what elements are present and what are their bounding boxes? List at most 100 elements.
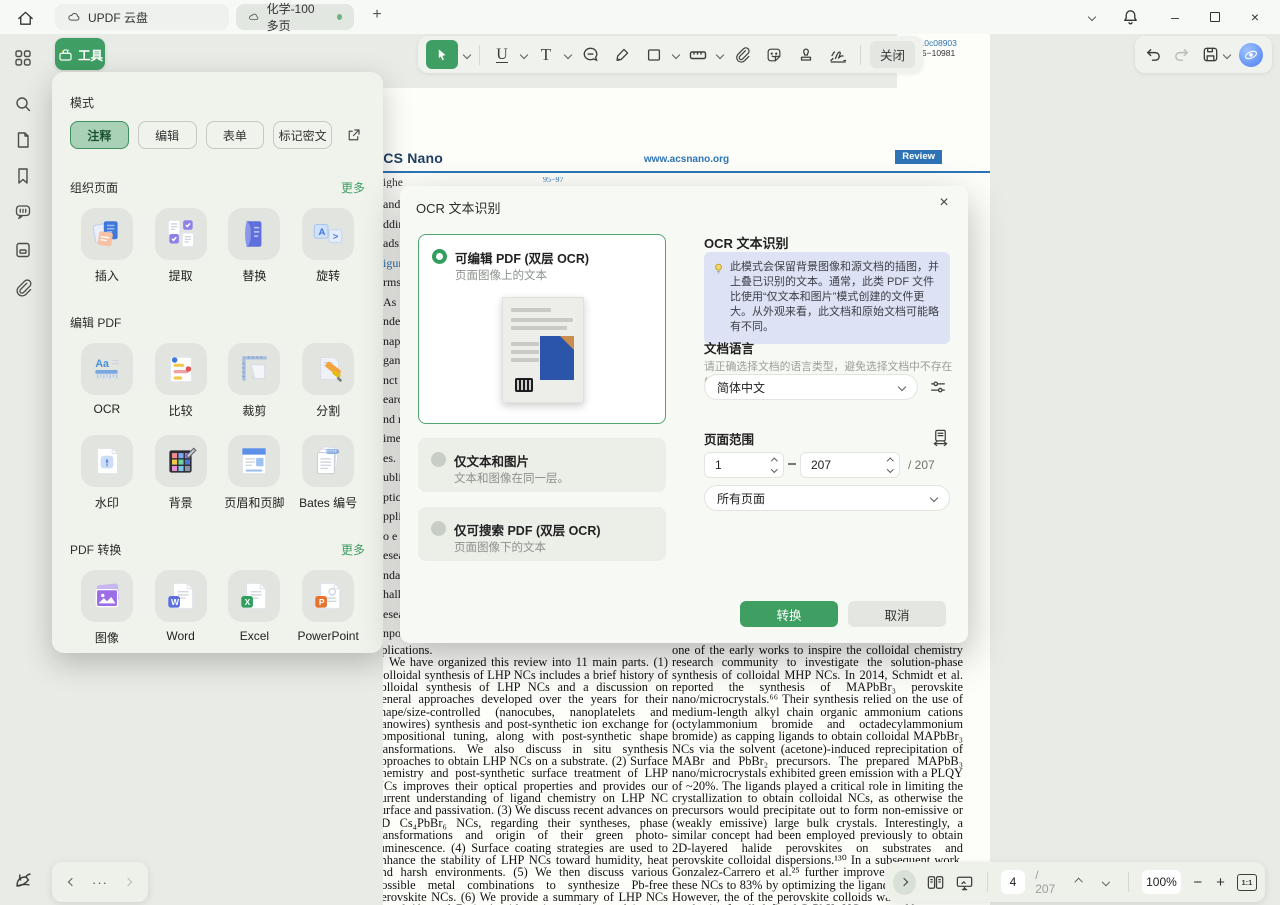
organize-more-link[interactable]: 更多 <box>341 179 365 196</box>
language-select[interactable]: 简体中文 <box>704 374 918 400</box>
tools-button[interactable]: 工具 <box>55 38 105 70</box>
save-dropdown[interactable] <box>1222 50 1230 58</box>
page-scope-select[interactable]: 所有页面 <box>704 485 950 511</box>
measure-tool-button[interactable] <box>685 42 711 68</box>
file-attachments-icon[interactable] <box>13 240 33 260</box>
minimize-button[interactable]: – <box>1166 9 1184 25</box>
range-to-input[interactable]: 207 <box>800 452 900 478</box>
tool-header-footer[interactable]: 页眉和页脚 <box>218 435 292 511</box>
page-thumbnails-icon[interactable] <box>13 130 33 150</box>
ocr-option-editable-pdf[interactable]: 可编辑 PDF (双层 OCR) 页面图像上的文本 <box>418 234 666 424</box>
mode-edit-button[interactable]: 编辑 <box>138 121 197 149</box>
expand-toolbar-button[interactable] <box>893 870 916 895</box>
underline-tool-button[interactable]: U <box>489 42 515 68</box>
tool-extract[interactable]: 提取 <box>144 208 218 284</box>
tool-crop[interactable]: 裁剪 <box>218 343 292 419</box>
mode-redact-button[interactable]: 标记密文 <box>273 121 332 149</box>
stepper[interactable] <box>772 459 777 471</box>
zoom-out-button[interactable]: − <box>1191 874 1204 891</box>
page-down-icon[interactable] <box>1102 878 1110 886</box>
comments-icon[interactable] <box>13 202 33 222</box>
page-number-input[interactable]: 4 <box>1001 870 1026 894</box>
compare-icon <box>163 351 199 387</box>
tool-to-image[interactable]: 图像 <box>70 570 144 646</box>
stamp-icon <box>797 46 815 64</box>
text-tool-button[interactable]: T <box>533 42 559 68</box>
save-icon[interactable] <box>1201 45 1220 64</box>
window-close-button[interactable]: × <box>1246 9 1264 25</box>
select-tool-button[interactable] <box>426 40 458 69</box>
zoom-level[interactable]: 100% <box>1142 870 1182 894</box>
page-range-picker-button[interactable] <box>930 427 950 447</box>
highlighter-tool-button[interactable] <box>609 42 635 68</box>
text-dropdown[interactable] <box>564 50 572 58</box>
tool-ocr[interactable]: Aa OCR <box>70 343 144 419</box>
tool-bates-number[interactable]: 000123 Bates 编号 <box>291 435 365 511</box>
prev-page-icon[interactable] <box>68 878 76 886</box>
tool-rotate[interactable]: A> 旋转 <box>291 208 365 284</box>
bookmarks-icon[interactable] <box>13 166 33 186</box>
radio-unselected-icon[interactable] <box>431 452 446 467</box>
comment-tool-button[interactable] <box>577 42 603 68</box>
more-pages-button[interactable]: ··· <box>92 875 108 890</box>
tool-to-excel[interactable]: X Excel <box>218 570 292 646</box>
radio-selected-icon[interactable] <box>432 249 447 264</box>
tool-watermark[interactable]: 水印 <box>70 435 144 511</box>
page-up-icon[interactable] <box>1074 878 1082 886</box>
shape-tool-button[interactable] <box>641 42 667 68</box>
redo-icon[interactable] <box>1172 45 1191 64</box>
mode-form-button[interactable]: 表单 <box>206 121 265 149</box>
paperclip-icon[interactable] <box>13 278 33 298</box>
search-icon[interactable] <box>13 94 33 114</box>
maximize-button[interactable] <box>1210 12 1220 22</box>
undo-icon[interactable] <box>1144 45 1163 64</box>
tool-to-word[interactable]: W Word <box>144 570 218 646</box>
ai-assistant-button[interactable] <box>1239 43 1263 67</box>
cursor-icon <box>434 47 450 63</box>
close-annotation-button[interactable]: 关闭 <box>870 41 915 68</box>
underline-dropdown[interactable] <box>520 50 528 58</box>
language-settings-button[interactable] <box>928 377 948 397</box>
tool-background[interactable]: 背景 <box>144 435 218 511</box>
measure-dropdown[interactable] <box>716 50 724 58</box>
next-page-icon[interactable] <box>124 878 132 886</box>
radio-unselected-icon[interactable] <box>431 521 446 536</box>
notification-bell-button[interactable] <box>1121 8 1140 27</box>
mode-annotate-button[interactable]: 注释 <box>70 121 129 149</box>
zoom-in-button[interactable]: + <box>1214 874 1227 891</box>
tool-replace[interactable]: 替换 <box>218 208 292 284</box>
shape-dropdown[interactable] <box>672 50 680 58</box>
image-convert-icon <box>89 578 125 614</box>
two-page-view-icon[interactable] <box>926 872 945 893</box>
comment-bubble-icon <box>581 45 600 64</box>
dialog-close-icon[interactable]: × <box>934 194 954 212</box>
sticker-tool-button[interactable] <box>761 42 787 68</box>
tool-insert[interactable]: 插入 <box>70 208 144 284</box>
range-from-input[interactable]: 1 <box>704 452 784 478</box>
attachment-tool-button[interactable] <box>729 42 755 68</box>
actual-size-button[interactable]: 1:1 <box>1237 874 1257 891</box>
tool-compare[interactable]: 比较 <box>144 343 218 419</box>
tool-split[interactable]: 分割 <box>291 343 365 419</box>
convert-more-link[interactable]: 更多 <box>341 541 365 558</box>
divider <box>860 45 861 65</box>
collapse-chevron-icon[interactable] <box>1088 13 1096 21</box>
ocr-option-text-image[interactable]: 仅文本和图片 文本和图像在同一层。 <box>418 438 666 492</box>
signature-tool-button[interactable] <box>825 42 851 68</box>
ocr-option-searchable-pdf[interactable]: 仅可搜索 PDF (双层 OCR) 页面图像下的文本 <box>418 507 666 561</box>
stepper[interactable] <box>888 459 893 471</box>
tab-document[interactable]: 化学-100多页 <box>236 4 354 30</box>
convert-button[interactable]: 转换 <box>740 601 838 627</box>
home-button[interactable] <box>14 7 36 29</box>
open-in-new-button[interactable] <box>341 123 365 147</box>
new-tab-button[interactable]: + <box>367 6 387 24</box>
pen-tools-icon[interactable] <box>12 868 36 892</box>
select-tool-dropdown[interactable] <box>463 50 471 58</box>
stamp-tool-button[interactable] <box>793 42 819 68</box>
ocr-tip: 此模式会保留背景图像和源文档的插图，并上叠已识别的文本。通常，此类 PDF 文件… <box>704 252 950 344</box>
app-grid-icon[interactable] <box>13 48 33 68</box>
tab-updf-cloud[interactable]: UPDF 云盘 <box>55 4 229 30</box>
tool-to-powerpoint[interactable]: P PowerPoint <box>291 570 365 646</box>
cancel-button[interactable]: 取消 <box>848 601 946 627</box>
presentation-icon[interactable] <box>955 872 974 893</box>
